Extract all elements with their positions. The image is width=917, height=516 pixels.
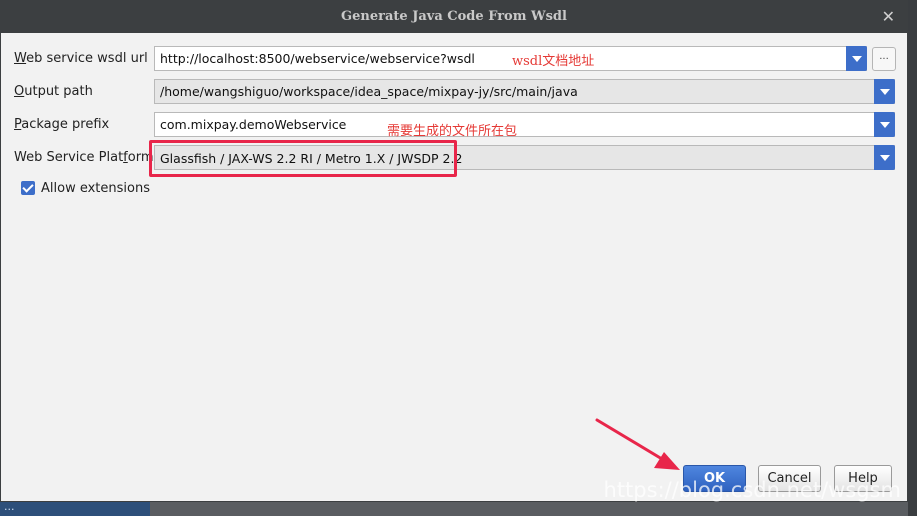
watermark: https://blog.csdn.net/wsgsm	[603, 478, 901, 502]
annotation-arrow-icon	[595, 418, 680, 470]
